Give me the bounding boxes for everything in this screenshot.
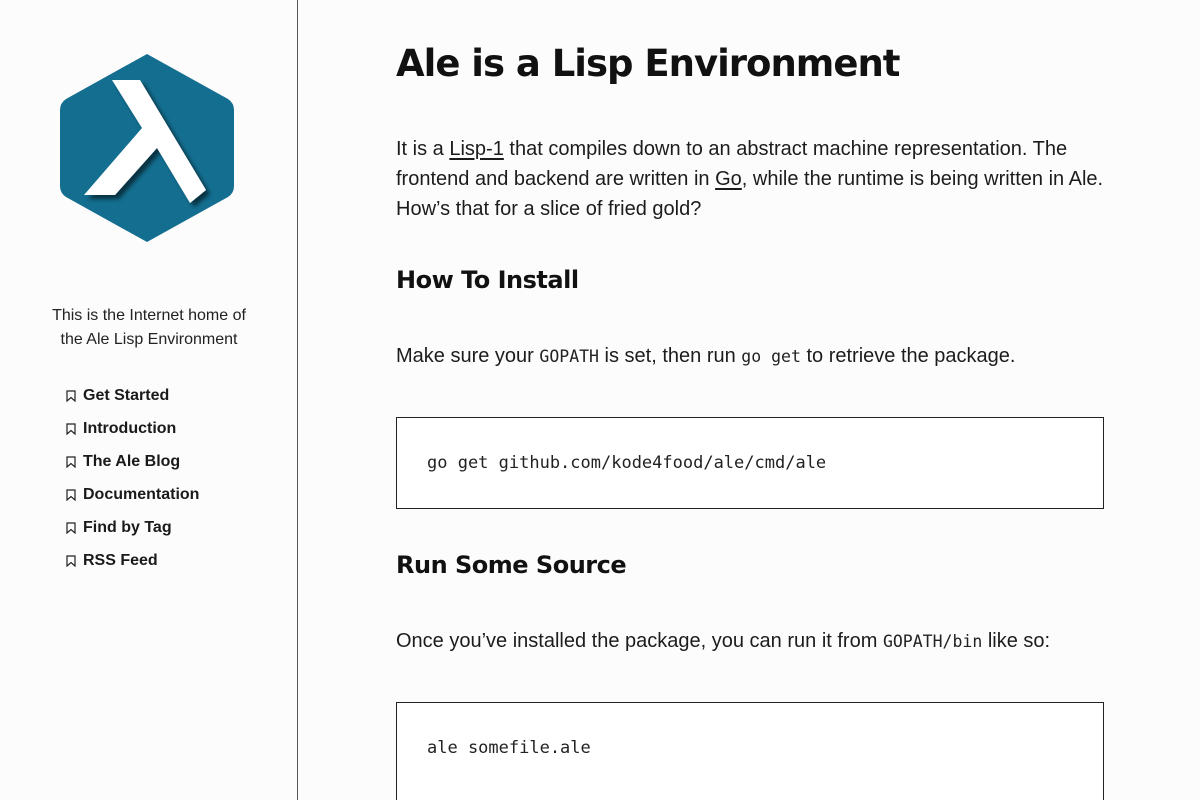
install-heading: How To Install xyxy=(396,266,579,294)
nav-item-documentation[interactable]: Documentation xyxy=(64,478,199,511)
nav-label: RSS Feed xyxy=(83,551,158,569)
install-text-1: Make sure your xyxy=(396,345,540,367)
install-paragraph: Make sure your GOPATH is set, then run g… xyxy=(396,341,1108,372)
nav-item-introduction[interactable]: Introduction xyxy=(64,412,199,445)
run-heading: Run Some Source xyxy=(396,551,627,579)
run-code-block[interactable]: ale somefile.ale xyxy=(396,702,1104,800)
bookmark-icon xyxy=(64,455,78,469)
install-text-2: is set, then run xyxy=(599,345,742,367)
install-command: go get github.com/kode4food/ale/cmd/ale xyxy=(427,453,827,473)
bookmark-icon xyxy=(64,488,78,502)
bookmark-icon xyxy=(64,521,78,535)
nav-item-find-by-tag[interactable]: Find by Tag xyxy=(64,511,199,544)
run-command: ale somefile.ale xyxy=(427,738,591,758)
gopath-bin-code: GOPATH/bin xyxy=(882,632,983,651)
install-text-3: to retrieve the package. xyxy=(800,345,1016,367)
bookmark-icon xyxy=(64,554,78,568)
tagline-line-1: This is the Internet home of xyxy=(52,307,246,324)
nav-item-rss-feed[interactable]: RSS Feed xyxy=(64,544,199,577)
nav-label: Get Started xyxy=(83,386,170,404)
lambda-logo-icon[interactable] xyxy=(60,52,234,244)
intro-text-1: It is a xyxy=(396,138,450,160)
bookmark-icon xyxy=(64,389,78,403)
nav-item-get-started[interactable]: Get Started xyxy=(64,379,199,412)
run-text-1: Once you’ve installed the package, you c… xyxy=(396,630,883,652)
nav-label: The Ale Blog xyxy=(83,452,181,470)
sidebar-nav: Get Started Introduction The Ale Blog Do… xyxy=(64,379,199,577)
nav-label: Documentation xyxy=(83,485,200,503)
page-title: Ale is a Lisp Environment xyxy=(396,42,900,85)
run-paragraph: Once you’ve installed the package, you c… xyxy=(396,626,1108,657)
page: This is the Internet home of the Ale Lis… xyxy=(0,0,1200,800)
nav-label: Introduction xyxy=(83,419,177,437)
intro-paragraph: It is a Lisp-1 that compiles down to an … xyxy=(396,134,1108,224)
go-link[interactable]: Go xyxy=(715,168,742,190)
nav-item-blog[interactable]: The Ale Blog xyxy=(64,445,199,478)
go-get-code: go get xyxy=(741,347,801,366)
run-text-2: like so: xyxy=(982,630,1051,652)
nav-label: Find by Tag xyxy=(83,518,172,536)
lisp-1-link[interactable]: Lisp-1 xyxy=(449,138,503,160)
sidebar: This is the Internet home of the Ale Lis… xyxy=(0,0,298,800)
site-tagline: This is the Internet home of the Ale Lis… xyxy=(36,304,262,352)
install-code-block[interactable]: go get github.com/kode4food/ale/cmd/ale xyxy=(396,417,1104,509)
tagline-line-2: the Ale Lisp Environment xyxy=(60,331,238,348)
gopath-code: GOPATH xyxy=(539,347,599,366)
bookmark-icon xyxy=(64,422,78,436)
